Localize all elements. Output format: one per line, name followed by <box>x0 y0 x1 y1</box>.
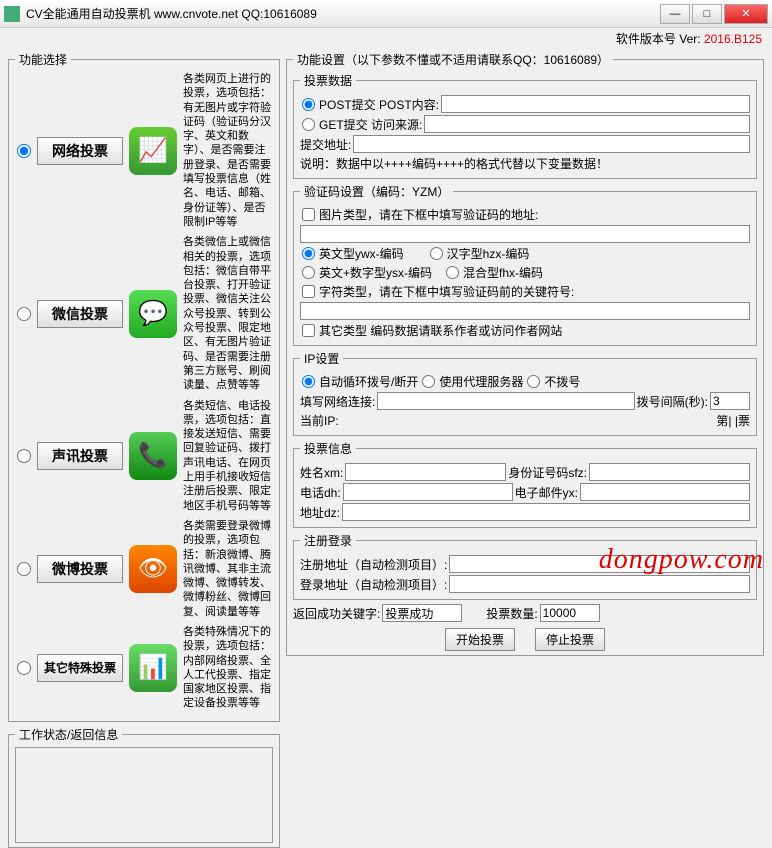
data-note: 说明：数据中以++++编码++++的格式代替以下变量数据！ <box>300 155 608 172</box>
id-input[interactable] <box>589 463 750 481</box>
vote-data-group: 投票数据 POST提交 POST内容: GET提交 访问来源: 提交地址: 说明… <box>293 72 757 179</box>
settings-group: 功能设置（以下参数不懂或不适用请联系QQ：10616089） 投票数据 POST… <box>286 51 764 656</box>
radio-get[interactable] <box>302 118 315 131</box>
radio-autodial[interactable] <box>302 375 315 388</box>
ticket-counter: 第| |票 <box>716 412 750 429</box>
captcha-url-input[interactable] <box>300 225 750 243</box>
vote-count-input[interactable] <box>540 604 600 622</box>
option-sms-vote[interactable]: 声讯投票 📞 各类短信、电话投票，选项包括：直接发送短信、需要回复验证码、拨打声… <box>15 399 273 513</box>
post-content-input[interactable] <box>441 95 750 113</box>
radio-ywx[interactable] <box>302 247 315 260</box>
settings-legend: 功能设置（以下参数不懂或不适用请联系QQ：10616089） <box>293 51 613 68</box>
reg-url-input[interactable] <box>449 555 750 573</box>
btn-other-vote[interactable]: 其它特殊投票 <box>37 654 123 682</box>
ip-group: IP设置 自动循环拨号/断开 使用代理服务器 不拨号 填写网络连接: 拨号间隔(… <box>293 350 757 436</box>
captcha-legend: 验证码设置（编码：YZM） <box>300 183 453 200</box>
app-icon <box>4 6 20 22</box>
radio-fhx[interactable] <box>446 266 459 279</box>
titlebar: CV全能通用自动投票机 www.cnvote.net QQ:10616089 —… <box>0 0 772 28</box>
option-web-vote[interactable]: 网络投票 📈 各类网页上进行的投票，选项包括：有无图片或字符验证码（验证码分汉字… <box>15 72 273 229</box>
btn-sms-vote[interactable]: 声讯投票 <box>37 442 123 470</box>
reg-group: 注册登录 注册地址（自动检测项目）: 登录地址（自动检测项目）: <box>293 532 757 600</box>
option-wechat-vote[interactable]: 微信投票 💬 各类微信上或微信相关的投票，选项包括：微信自带平台投票、打开验证投… <box>15 235 273 392</box>
radio-wechat-vote[interactable] <box>17 307 31 321</box>
chk-img-captcha[interactable] <box>302 208 315 221</box>
radio-web-vote[interactable] <box>17 144 31 158</box>
phone-icon: 📞 <box>129 432 177 480</box>
desc-other-vote: 各类特殊情况下的投票，选项包括：内部网络投票、全人工代投票、指定国家地区投票、指… <box>183 625 273 711</box>
radio-ysx[interactable] <box>302 266 315 279</box>
close-button[interactable]: ✕ <box>724 4 768 24</box>
btn-weibo-vote[interactable]: 微博投票 <box>37 555 123 583</box>
success-key-input[interactable] <box>382 604 462 622</box>
maximize-button[interactable]: □ <box>692 4 722 24</box>
vote-data-legend: 投票数据 <box>300 72 356 89</box>
radio-sms-vote[interactable] <box>17 449 31 463</box>
start-button[interactable]: 开始投票 <box>445 628 515 651</box>
email-input[interactable] <box>580 483 750 501</box>
status-output <box>15 747 273 843</box>
desc-wechat-vote: 各类微信上或微信相关的投票，选项包括：微信自带平台投票、打开验证投票、微信关注公… <box>183 235 273 392</box>
chk-char-captcha[interactable] <box>302 285 315 298</box>
desc-weibo-vote: 各类需要登录微博的投票，选项包括：新浪微博、腾讯微博、其非主流微博、微博转发、微… <box>183 519 273 619</box>
addr-input[interactable] <box>342 503 750 521</box>
chk-other-captcha[interactable] <box>302 324 315 337</box>
window-controls: — □ ✕ <box>660 4 768 24</box>
option-weibo-vote[interactable]: 微博投票 👁 各类需要登录微博的投票，选项包括：新浪微博、腾讯微博、其非主流微博… <box>15 519 273 619</box>
captcha-group: 验证码设置（编码：YZM） 图片类型，请在下框中填写验证码的地址: 英文型ywx… <box>293 183 757 346</box>
voteinfo-legend: 投票信息 <box>300 440 356 457</box>
function-select-legend: 功能选择 <box>15 51 71 68</box>
name-input[interactable] <box>345 463 506 481</box>
btn-wechat-vote[interactable]: 微信投票 <box>37 300 123 328</box>
reg-legend: 注册登录 <box>300 532 356 549</box>
interval-input[interactable] <box>710 392 750 410</box>
desc-web-vote: 各类网页上进行的投票，选项包括：有无图片或字符验证码（验证码分汉字、英文和数字）… <box>183 72 273 229</box>
ip-legend: IP设置 <box>300 350 343 367</box>
minimize-button[interactable]: — <box>660 4 690 24</box>
function-select-group: 功能选择 网络投票 📈 各类网页上进行的投票，选项包括：有无图片或字符验证码（验… <box>8 51 280 722</box>
submit-url-input[interactable] <box>353 135 750 153</box>
status-legend: 工作状态/返回信息 <box>15 726 122 743</box>
wechat-icon: 💬 <box>129 290 177 338</box>
status-group: 工作状态/返回信息 <box>8 726 280 848</box>
captcha-char-input[interactable] <box>300 302 750 320</box>
get-referer-input[interactable] <box>424 115 750 133</box>
radio-hzx[interactable] <box>430 247 443 260</box>
phone-input[interactable] <box>343 483 513 501</box>
bars-icon: 📊 <box>129 644 177 692</box>
radio-nodial[interactable] <box>527 375 540 388</box>
radio-post[interactable] <box>302 98 315 111</box>
option-other-vote[interactable]: 其它特殊投票 📊 各类特殊情况下的投票，选项包括：内部网络投票、全人工代投票、指… <box>15 625 273 711</box>
radio-proxy[interactable] <box>422 375 435 388</box>
radio-other-vote[interactable] <box>17 661 31 675</box>
voteinfo-group: 投票信息 姓名xm: 身份证号码sfz: 电话dh: 电子邮件yx: 地址dz: <box>293 440 757 528</box>
window-title: CV全能通用自动投票机 www.cnvote.net QQ:10616089 <box>26 5 660 22</box>
btn-web-vote[interactable]: 网络投票 <box>37 137 123 165</box>
version-label: 软件版本号 Ver: 2016.B125 <box>0 28 772 47</box>
conn-input[interactable] <box>377 392 634 410</box>
weibo-icon: 👁 <box>129 545 177 593</box>
desc-sms-vote: 各类短信、电话投票，选项包括：直接发送短信、需要回复验证码、拨打声讯电话、在网页… <box>183 399 273 513</box>
radio-weibo-vote[interactable] <box>17 562 31 576</box>
chart-up-icon: 📈 <box>129 127 177 175</box>
stop-button[interactable]: 停止投票 <box>535 628 605 651</box>
